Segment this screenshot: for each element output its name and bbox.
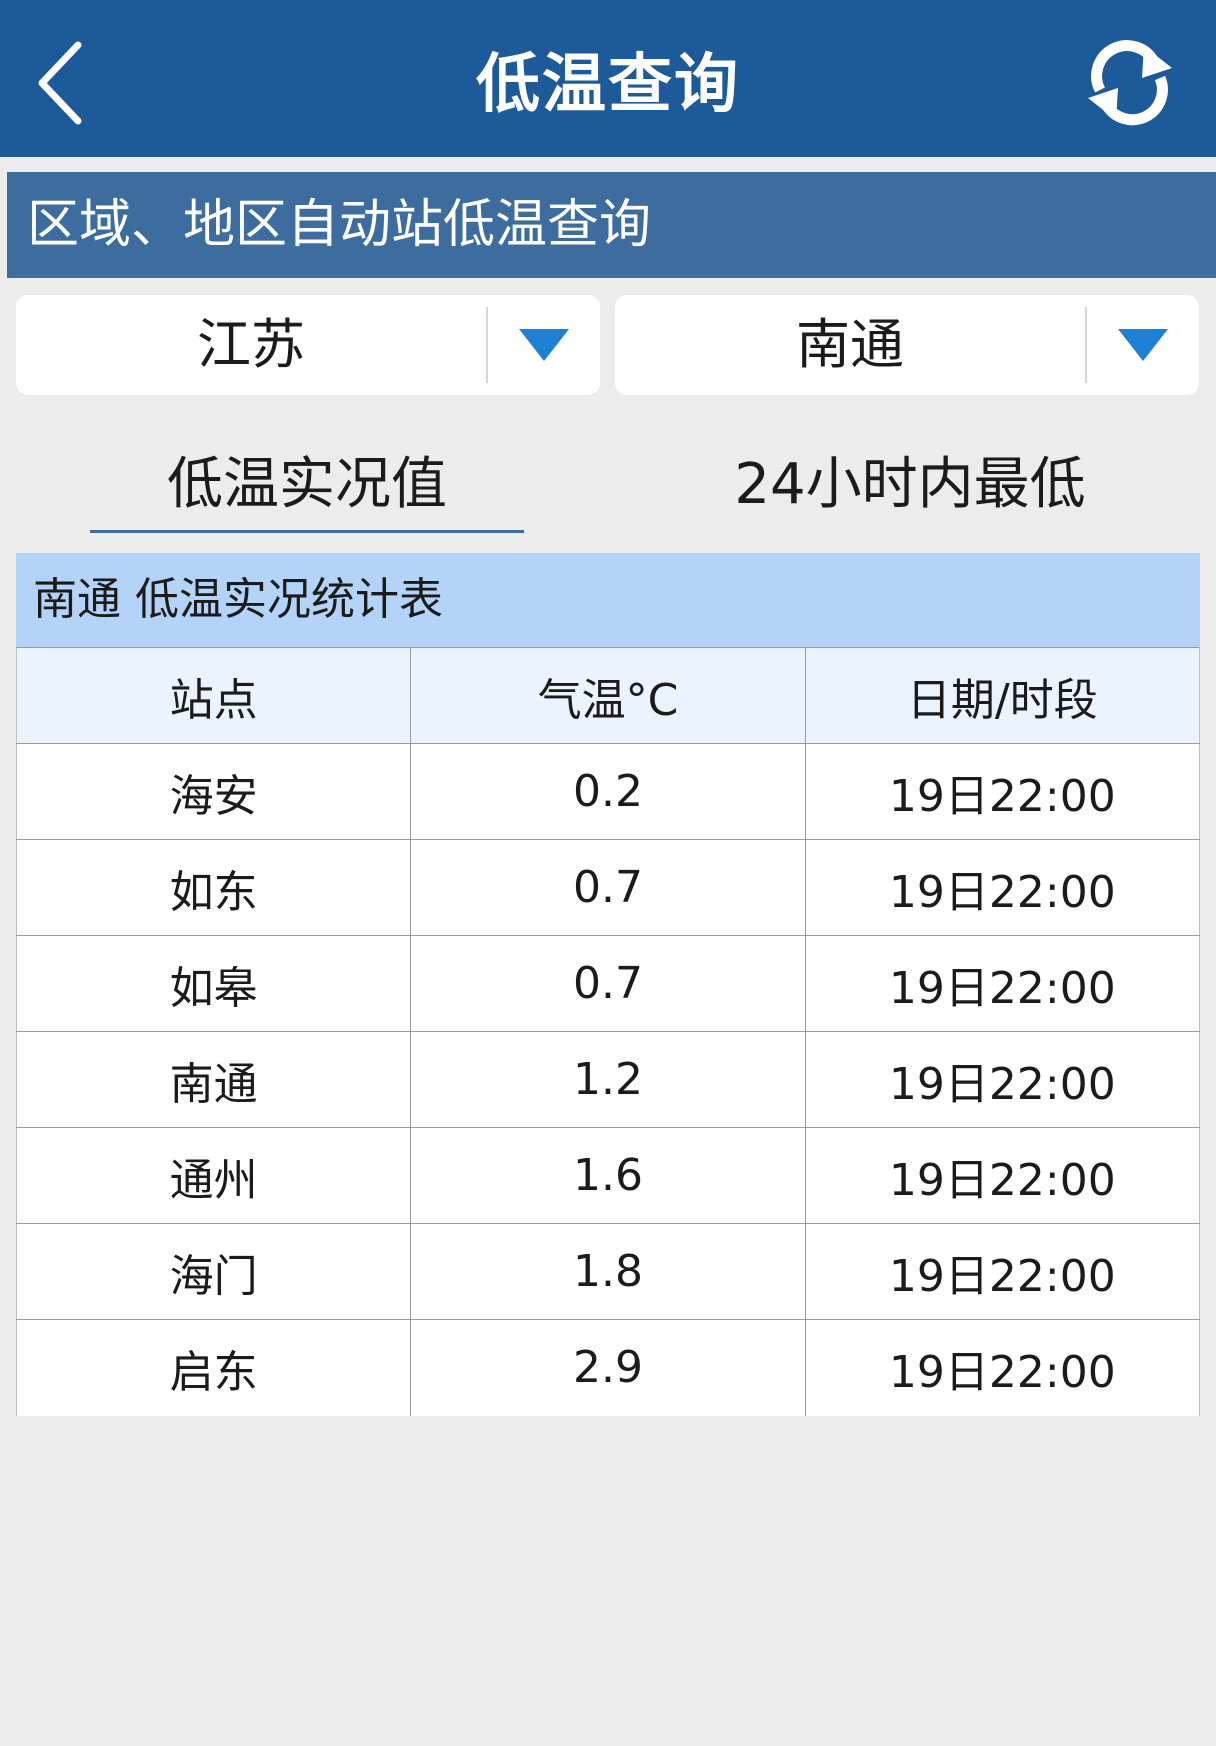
dropdown-toggle[interactable]: [488, 295, 600, 395]
station-cell: 如皋: [15, 935, 412, 1032]
station-cell: 南通: [15, 1031, 412, 1128]
province-dropdown[interactable]: 江苏: [16, 295, 600, 395]
datetime-cell: 19日22:00: [804, 743, 1201, 840]
tab-active-indicator: [90, 530, 524, 533]
page-title: 低温查询: [476, 48, 740, 122]
table-row: 南通 1.2 19日22:00: [15, 1031, 1201, 1128]
table-row: 通州 1.6 19日22:00: [15, 1127, 1201, 1224]
datetime-cell: 19日22:00: [804, 839, 1201, 936]
temperature-cell: 1.8: [410, 1223, 806, 1320]
temperature-cell: 1.6: [410, 1127, 806, 1224]
section-header: 区域、地区自动站低温查询: [7, 172, 1216, 278]
column-header-temperature: 气温°C: [410, 647, 806, 744]
triangle-down-icon: [519, 329, 569, 361]
station-cell: 通州: [15, 1127, 412, 1224]
datetime-cell: 19日22:00: [804, 1319, 1201, 1416]
city-dropdown[interactable]: 南通: [615, 295, 1199, 395]
province-dropdown-value: 江苏: [197, 313, 305, 376]
table-row: 如皋 0.7 19日22:00: [15, 935, 1201, 1032]
station-cell: 启东: [15, 1319, 412, 1416]
datetime-cell: 19日22:00: [804, 1127, 1201, 1224]
city-dropdown-value: 南通: [796, 313, 904, 376]
station-cell: 海安: [15, 743, 412, 840]
table-row: 海门 1.8 19日22:00: [15, 1223, 1201, 1320]
column-header-datetime: 日期/时段: [804, 647, 1201, 744]
temperature-cell: 2.9: [410, 1319, 806, 1416]
top-app-bar: 低温查询: [0, 0, 1216, 157]
table-title: 南通 低温实况统计表: [16, 553, 1200, 647]
tab-24h-low[interactable]: 24小时内最低: [640, 440, 1180, 530]
temperature-cell: 0.2: [410, 743, 806, 840]
table-header-row: 站点 气温°C 日期/时段: [15, 647, 1201, 744]
table-row: 如东 0.7 19日22:00: [15, 839, 1201, 936]
tab-current-low[interactable]: 低温实况值: [90, 440, 524, 530]
temperature-cell: 0.7: [410, 935, 806, 1032]
table-row: 启东 2.9 19日22:00: [15, 1319, 1201, 1416]
temperature-cell: 0.7: [410, 839, 806, 936]
table-row: 海安 0.2 19日22:00: [15, 743, 1201, 840]
low-temp-table: 南通 低温实况统计表 站点 气温°C 日期/时段 海安 0.2 19日22:00…: [15, 553, 1201, 1416]
datetime-cell: 19日22:00: [804, 935, 1201, 1032]
dropdown-toggle[interactable]: [1087, 295, 1199, 395]
temperature-cell: 1.2: [410, 1031, 806, 1128]
refresh-icon: [1088, 40, 1172, 126]
triangle-down-icon: [1118, 329, 1168, 361]
datetime-cell: 19日22:00: [804, 1031, 1201, 1128]
column-header-station: 站点: [15, 647, 412, 744]
station-cell: 海门: [15, 1223, 412, 1320]
refresh-button[interactable]: [1080, 38, 1180, 128]
datetime-cell: 19日22:00: [804, 1223, 1201, 1320]
station-cell: 如东: [15, 839, 412, 936]
